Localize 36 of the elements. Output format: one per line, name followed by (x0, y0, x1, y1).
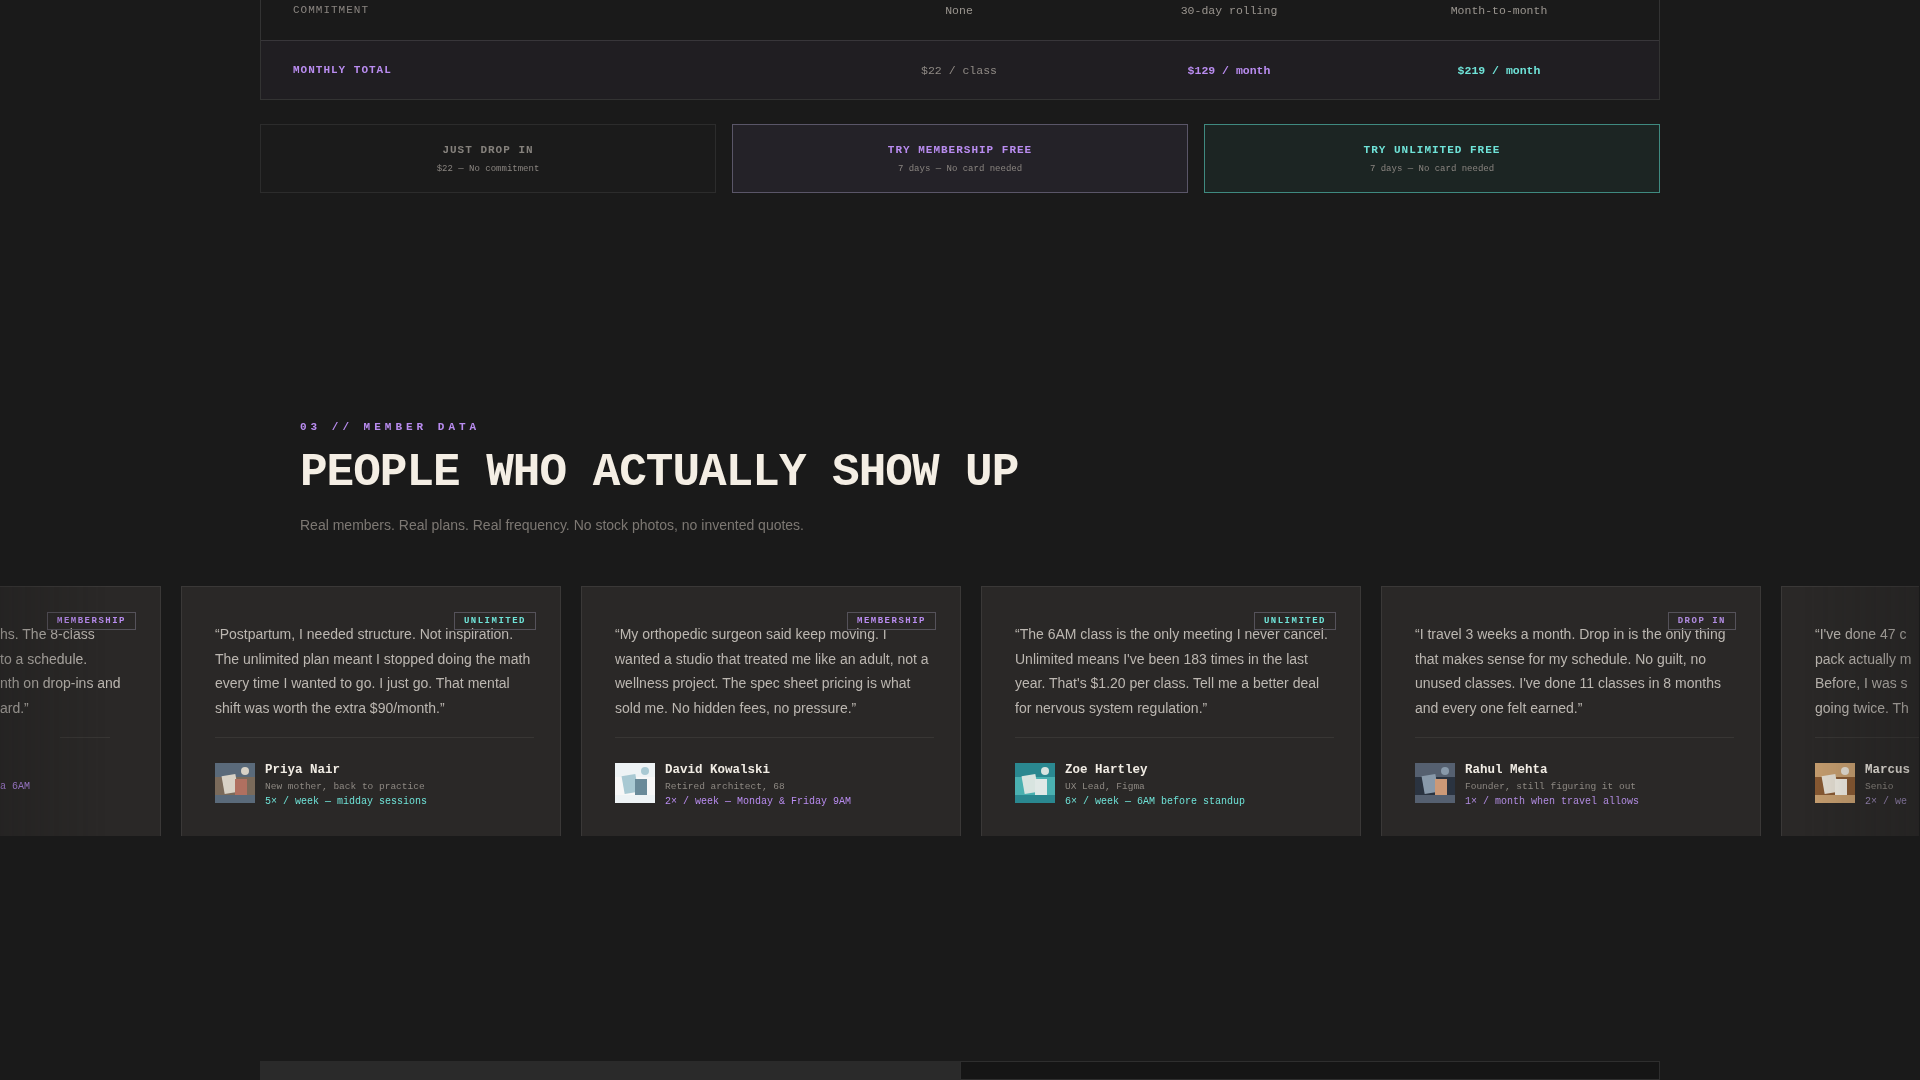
visit-frequency: a 6AM (0, 781, 30, 792)
member-role: UX Lead, Figma (1065, 781, 1146, 792)
visit-frequency: 5× / week — midday sessions (265, 796, 428, 807)
section-title: PEOPLE WHO ACTUALLY SHOW UP (300, 447, 1020, 499)
member-role: New mother, back to practice (265, 781, 426, 792)
table-cell-text: $22 / class (920, 63, 998, 77)
member-name: Zoe Hartley (1065, 763, 1149, 777)
table-cell-text: $129 / month (1186, 63, 1272, 77)
row-label: MONTHLY TOTAL (293, 64, 393, 76)
member-role: Founder, still figuring it out (1465, 781, 1638, 792)
member-name: David Kowalski (665, 763, 772, 777)
member-name: Marcus (1865, 763, 1910, 777)
visit-frequency: 2× / week — Monday & Friday 9AM (665, 796, 852, 807)
table-cell-text: 30-day rolling (1179, 4, 1279, 19)
plan-badge: MEMBERSHIP (47, 612, 136, 630)
cta-button[interactable]: JUST DROP IN $22 — No commitment (260, 124, 716, 193)
table-cell-text: Month-to-month (1449, 4, 1549, 19)
plan-badge: DROP IN (1667, 612, 1736, 630)
plan-badge: MEMBERSHIP (847, 612, 936, 630)
section-subtitle: Real members. Real plans. Real frequency. No stock photos, no invented quotes. (300, 517, 805, 533)
member-name: Rahul Mehta (1465, 763, 1549, 777)
section-eyebrow: 03 // MEMBER DATA (300, 421, 482, 433)
visit-frequency: 1× / month when travel allows (1465, 796, 1640, 807)
quote-text: “I've done 47 c pack actually m Before, I was s going twice. Th (1815, 625, 1913, 718)
member-role: Retired architect, 68 (665, 781, 786, 792)
visit-frequency: 6× / week — 6AM before standup (1065, 796, 1246, 807)
plan-badge: UNLIMITED (1253, 612, 1336, 630)
cta-button[interactable]: TRY UNLIMITED FREE 7 days — No card needed (1204, 124, 1660, 193)
row-label: COMMITMENT (293, 4, 370, 18)
member-name: Priya Nair (265, 763, 341, 777)
plan-badge: UNLIMITED (453, 612, 536, 630)
visit-frequency: 2× / we (1865, 796, 1908, 807)
member-role: Senio (1865, 781, 1895, 792)
table-cell-text: None (944, 4, 974, 19)
table-cell-text: $219 / month (1456, 63, 1542, 77)
cta-button[interactable]: TRY MEMBERSHIP FREE 7 days — No card needed (732, 124, 1188, 193)
